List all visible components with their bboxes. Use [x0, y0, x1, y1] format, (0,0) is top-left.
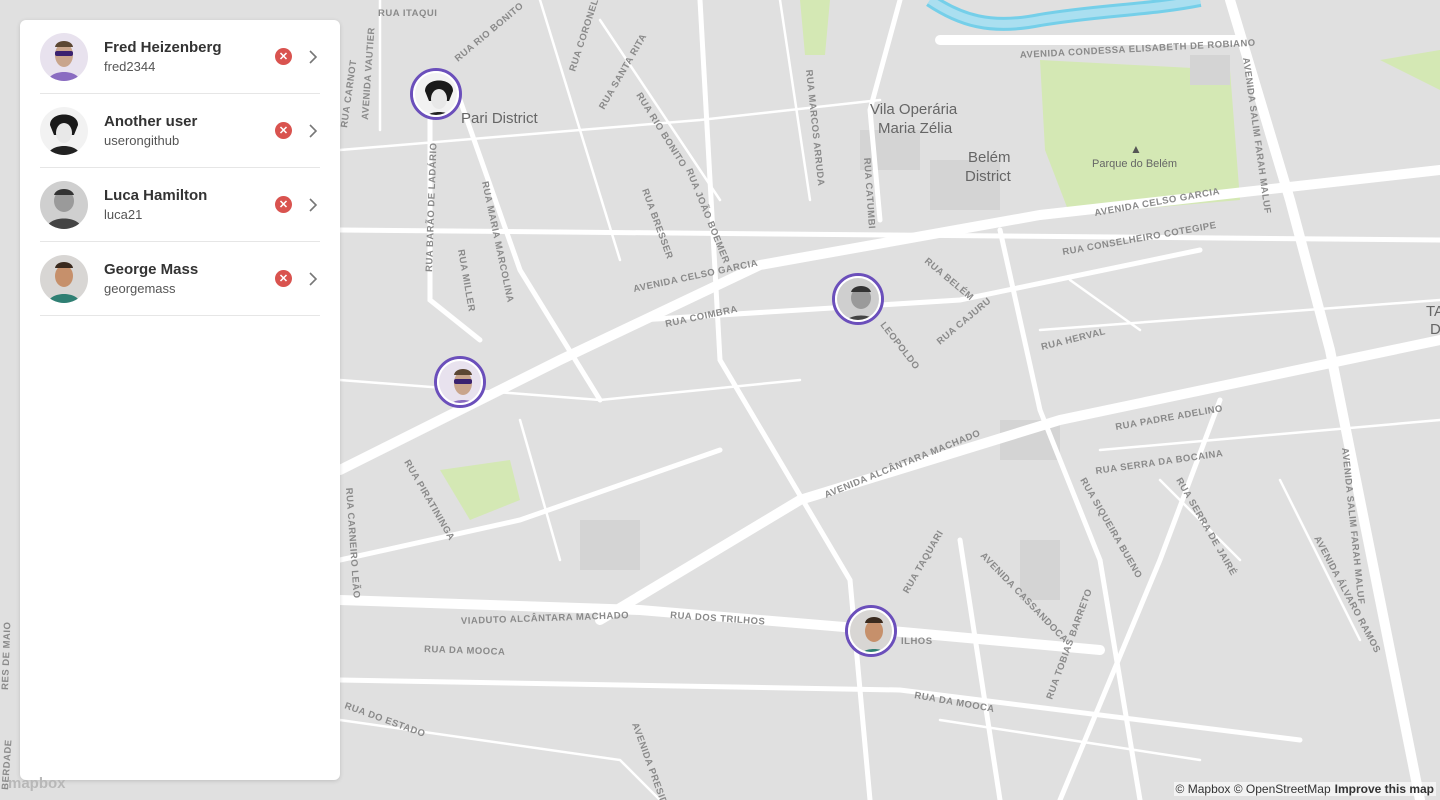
remove-user-icon[interactable]: ✕ — [275, 270, 292, 287]
district-label: Maria Zélia — [878, 120, 953, 137]
user-name: Another user — [104, 112, 198, 130]
chevron-right-icon — [306, 49, 320, 64]
user-marker[interactable] — [845, 605, 897, 657]
user-list-item[interactable]: Luca Hamilton luca21 ✕ — [40, 168, 320, 242]
user-list: Fred Heizenberg fred2344 ✕ Another user … — [20, 20, 340, 316]
district-label: TA — [1426, 303, 1440, 320]
user-marker[interactable] — [410, 68, 462, 120]
remove-user-icon[interactable]: ✕ — [275, 122, 292, 139]
avatar-image — [850, 610, 892, 652]
chevron-right-icon — [306, 271, 320, 286]
park-label: Parque do Belém — [1092, 158, 1177, 170]
map-attribution: © Mapbox © OpenStreetMap Improve this map — [1173, 782, 1436, 796]
avatar-image — [439, 361, 481, 403]
user-handle: fred2344 — [104, 58, 156, 74]
avatar — [40, 254, 88, 303]
tree-icon: ▲ — [1130, 142, 1142, 156]
user-name: Luca Hamilton — [104, 186, 208, 204]
user-list-panel: Fred Heizenberg fred2344 ✕ Another user … — [20, 20, 340, 780]
improve-map-link[interactable]: Improve this map — [1335, 782, 1434, 796]
district-label: Belém — [968, 149, 1011, 166]
remove-user-icon[interactable]: ✕ — [275, 196, 292, 213]
chevron-right-icon — [306, 197, 320, 212]
user-name: George Mass — [104, 260, 199, 278]
user-marker[interactable] — [434, 356, 486, 408]
district-label: District — [965, 168, 1012, 185]
user-handle: userongithub — [104, 132, 180, 148]
district-label: Vila Operária — [870, 101, 958, 118]
user-list-item[interactable]: Another user userongithub ✕ — [40, 94, 320, 168]
chevron-right-icon — [306, 123, 320, 138]
user-list-item[interactable]: George Mass georgemass ✕ — [40, 242, 320, 316]
avatar — [40, 32, 88, 81]
avatar-image — [415, 73, 457, 115]
user-marker[interactable] — [832, 273, 884, 325]
district-label: Pari District — [461, 110, 539, 127]
street-label: ILHOS — [901, 636, 933, 647]
user-handle: luca21 — [104, 206, 143, 222]
remove-user-icon[interactable]: ✕ — [275, 48, 292, 65]
user-handle: georgemass — [104, 280, 176, 296]
avatar-image — [837, 278, 879, 320]
avatar — [40, 106, 88, 155]
street-label: RUA ITAQUI — [378, 8, 437, 19]
mapbox-logo[interactable]: mapbox — [8, 775, 66, 792]
attribution-text[interactable]: © Mapbox © OpenStreetMap — [1176, 782, 1331, 796]
user-list-item[interactable]: Fred Heizenberg fred2344 ✕ — [40, 20, 320, 94]
district-label: D — [1430, 321, 1440, 338]
user-name: Fred Heizenberg — [104, 38, 222, 56]
avatar — [40, 180, 88, 229]
